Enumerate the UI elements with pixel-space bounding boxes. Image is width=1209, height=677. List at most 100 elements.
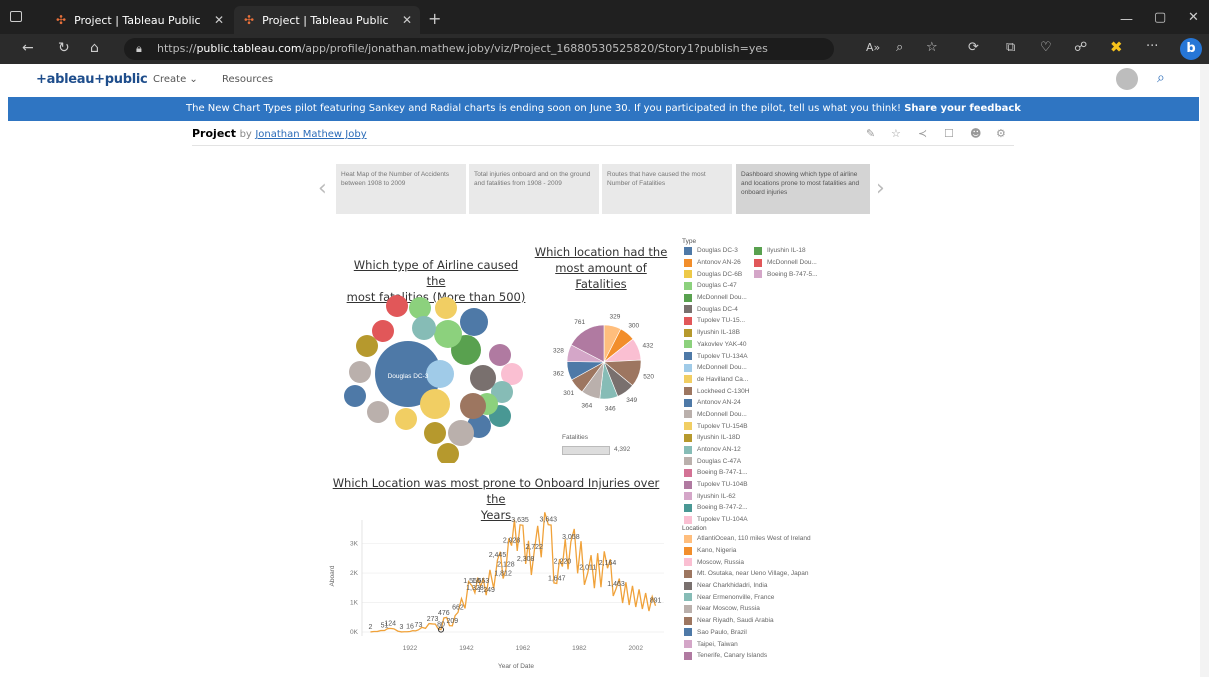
create-menu[interactable]: Create ⌄ <box>153 74 198 85</box>
type-legend-item[interactable]: Douglas C-47 <box>684 280 749 292</box>
airline-bubble-chart[interactable]: Douglas DC-3 <box>340 288 530 463</box>
type-legend-item[interactable]: McDonnell Dou... <box>684 362 749 374</box>
location-legend-item[interactable]: Mt. Osutaka, near Ueno Village, Japan <box>684 568 811 580</box>
type-legend-item[interactable]: Douglas DC-6B <box>684 268 749 280</box>
bubble-mark[interactable] <box>367 401 389 423</box>
tab-actions-icon[interactable] <box>10 11 22 22</box>
type-legend-item[interactable]: Douglas C-47A <box>684 455 749 467</box>
resources-link[interactable]: Resources <box>222 74 273 85</box>
home-icon[interactable]: ⌂ <box>90 41 99 55</box>
new-tab-icon[interactable]: + <box>428 11 441 27</box>
extensions-icon[interactable]: ⟳ <box>968 41 979 54</box>
bubble-mark[interactable] <box>448 420 474 446</box>
type-legend-item[interactable]: Ilyushin IL-18D <box>684 432 749 444</box>
back-icon[interactable]: ← <box>22 41 34 55</box>
type-legend-item[interactable]: McDonnell Dou... <box>754 257 818 269</box>
bubble-mark[interactable] <box>420 389 450 419</box>
location-pie-chart[interactable]: 329 300 432 520 349 346 364 301 362 328 761 <box>540 310 670 415</box>
bubble-mark[interactable] <box>349 361 371 383</box>
share-feedback-link[interactable]: Share your feedback <box>904 103 1021 114</box>
browser-tab-active[interactable]: ✣ Project | Tableau Public ✕ <box>234 6 420 34</box>
read-aloud-icon[interactable]: A» <box>866 42 880 53</box>
tableau-public-logo[interactable]: +ableau+public <box>36 72 148 87</box>
maximize-icon[interactable]: ▢ <box>1154 11 1166 24</box>
type-legend-item[interactable]: McDonnell Dou... <box>684 409 749 421</box>
story-prev-icon[interactable]: ‹ <box>318 176 327 201</box>
type-legend-item[interactable]: Lockheed C-130H <box>684 385 749 397</box>
avatar[interactable] <box>1116 68 1138 90</box>
url-field[interactable]: 🔒︎ https://public.tableau.com/app/profil… <box>124 38 834 60</box>
type-legend-item[interactable]: Douglas DC-4 <box>684 303 749 315</box>
user-icon[interactable]: ☻ <box>970 127 981 140</box>
share-icon[interactable]: ☍ <box>1074 41 1087 54</box>
comment-icon[interactable]: ☐ <box>944 127 954 140</box>
bubble-mark[interactable] <box>434 320 462 348</box>
browser-tab[interactable]: ✣ Project | Tableau Public ✕ <box>46 6 232 34</box>
bubble-mark[interactable] <box>435 297 457 319</box>
story-next-icon[interactable]: › <box>876 176 885 201</box>
bubble-mark[interactable] <box>460 308 488 336</box>
bubble-mark[interactable] <box>356 335 378 357</box>
browser-essentials-icon[interactable]: ♡ <box>1040 41 1052 54</box>
favorite-icon[interactable]: ☆ <box>926 41 938 54</box>
location-legend-item[interactable]: Near Charkhidadri, India <box>684 580 811 592</box>
author-link[interactable]: Jonathan Mathew Joby <box>255 129 366 140</box>
bubble-mark[interactable] <box>437 443 459 463</box>
location-legend-item[interactable]: Moscow, Russia <box>684 556 811 568</box>
type-legend-item[interactable]: Yakovlev YAK-40 <box>684 339 749 351</box>
type-legend-item[interactable]: Tupolev TU-134A <box>684 350 749 362</box>
type-legend-item[interactable]: Douglas DC-3 <box>684 245 749 257</box>
bubble-mark[interactable] <box>460 393 486 419</box>
bubble-mark[interactable] <box>344 385 366 407</box>
bubble-mark[interactable] <box>395 408 417 430</box>
bubble-mark[interactable] <box>412 316 436 340</box>
more-menu-icon[interactable]: ··· <box>1146 40 1158 53</box>
type-legend-item[interactable]: Antonov AN-26 <box>684 257 749 269</box>
favorite-star-icon[interactable]: ☆ <box>891 127 901 140</box>
bubble-mark[interactable] <box>489 344 511 366</box>
collections-icon[interactable]: ⧉ <box>1006 41 1015 54</box>
type-legend-item[interactable]: Ilyushin IL-18 <box>754 245 818 257</box>
location-legend-item[interactable]: Near Ermenonville, France <box>684 591 811 603</box>
type-legend-item[interactable]: Antonov AN-24 <box>684 397 749 409</box>
location-legend-item[interactable]: Kano, Nigeria <box>684 545 811 557</box>
story-point-3[interactable]: Routes that have caused the most Number … <box>602 164 732 214</box>
type-legend-item[interactable]: Boeing B-747-2... <box>684 502 749 514</box>
close-tab-icon[interactable]: ✕ <box>402 13 412 27</box>
type-legend-item[interactable]: Tupolev TU-104B <box>684 479 749 491</box>
bubble-mark[interactable] <box>372 320 394 342</box>
search-icon[interactable]: ⌕ <box>1157 70 1165 86</box>
location-legend-item[interactable]: AtlantiOcean, 110 miles West of Ireland <box>684 533 811 545</box>
location-legend-item[interactable]: Sao Paulo, Brazil <box>684 627 811 639</box>
type-legend-item[interactable]: Tupolev TU-15... <box>684 315 749 327</box>
settings-icon[interactable]: ⚙ <box>996 127 1006 140</box>
location-legend-item[interactable]: Near Riyadh, Saudi Arabia <box>684 615 811 627</box>
location-legend-item[interactable]: Taipei, Taiwan <box>684 638 811 650</box>
bing-copilot-icon[interactable]: b <box>1180 38 1202 60</box>
profile-extension-icon[interactable]: ✖ <box>1110 40 1123 55</box>
onboard-injuries-line-chart[interactable]: 0K 1K 2K 3K 1922 1942 1962 1982 2002 Aboard Year o… <box>326 510 672 672</box>
minimize-icon[interactable]: — <box>1120 13 1133 26</box>
type-legend-item[interactable]: Tupolev TU-154B <box>684 420 749 432</box>
close-tab-icon[interactable]: ✕ <box>214 13 224 27</box>
type-legend-item[interactable]: McDonnell Dou... <box>684 292 749 304</box>
story-point-4[interactable]: Dashboard showing which type of airline … <box>736 164 870 214</box>
location-legend-item[interactable]: Near Moscow, Russia <box>684 603 811 615</box>
type-legend-item[interactable]: Ilyushin IL-62 <box>684 490 749 502</box>
bubble-mark[interactable] <box>470 365 496 391</box>
share-icon[interactable]: ≺ <box>918 127 927 140</box>
story-point-1[interactable]: Heat Map of the Number of Accidents betw… <box>336 164 466 214</box>
type-legend-item[interactable]: de Havilland Ca... <box>684 374 749 386</box>
bubble-mark[interactable] <box>386 295 408 317</box>
refresh-icon[interactable]: ↻ <box>58 41 70 55</box>
location-legend-item[interactable]: Tenerife, Canary Islands <box>684 650 811 662</box>
bubble-mark[interactable] <box>409 297 431 319</box>
bubble-mark[interactable] <box>426 360 454 388</box>
page-scrollbar[interactable] <box>1200 64 1209 677</box>
type-legend-item[interactable]: Ilyushin IL-18B <box>684 327 749 339</box>
aboard-series-line[interactable] <box>370 512 657 633</box>
edit-icon[interactable]: ✎ <box>866 127 875 140</box>
bubble-mark[interactable] <box>424 422 446 444</box>
zoom-icon[interactable]: ⌕ <box>896 41 903 54</box>
type-legend-item[interactable]: Boeing B-747-5... <box>754 268 818 280</box>
